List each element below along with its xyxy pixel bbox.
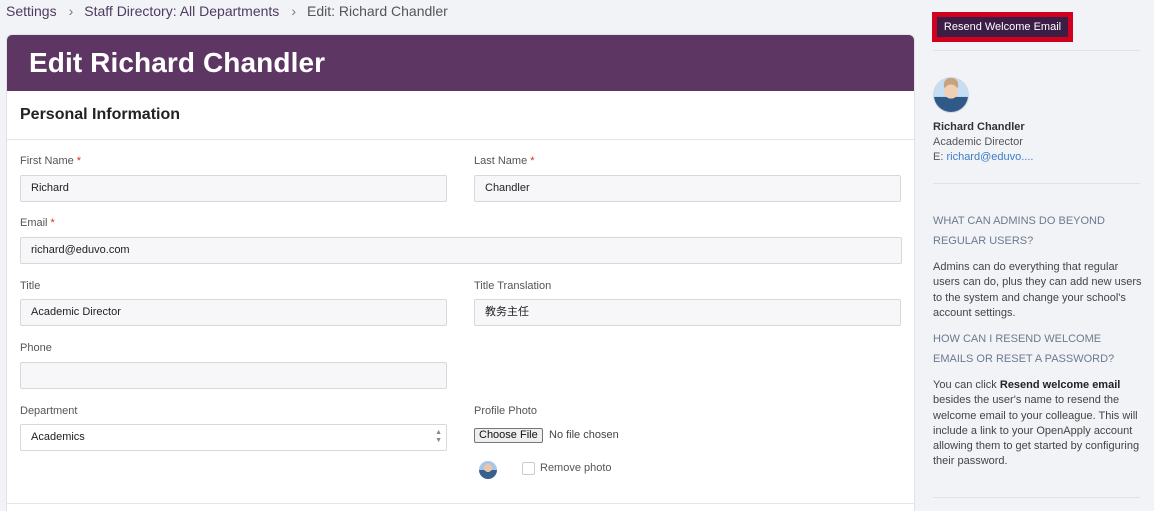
profile-email-link[interactable]: richard@eduvo.... [946,151,1033,163]
title-label-text: Title [20,280,41,292]
faq-answer-bold: Resend welcome email [999,379,1121,391]
title-label: Title [20,279,40,293]
first-name-label: First Name * [20,154,81,168]
avatar-icon [479,461,497,479]
phone-label: Phone [20,341,52,355]
title-translation-input[interactable]: 教务主任 [474,299,901,326]
last-name-label-text: Last Name [474,155,528,167]
first-name-label-text: First Name [20,155,74,167]
department-select[interactable]: Academics ▲ ▼ [20,424,447,451]
first-name-input[interactable]: Richard [20,175,447,202]
profile-name: Richard Chandler [933,121,1025,133]
department-label: Department [20,404,77,418]
resend-highlight: Resend Welcome Email [932,12,1073,42]
breadcrumb-settings[interactable]: Settings [6,3,57,19]
divider [933,183,1140,184]
title-input[interactable]: Academic Director [20,299,447,326]
section-title: Personal Information [7,91,914,140]
email-field[interactable]: richard@eduvo.com [20,237,902,264]
file-status: No file chosen [549,429,619,441]
department-value: Academics [31,431,85,443]
phone-label-text: Phone [20,342,52,354]
chevron-right-icon: › [291,3,296,19]
faq-answer-prefix: You can click [933,379,997,391]
title-translation-label-text: Title Translation [474,280,552,292]
profile-photo-label-text: Profile Photo [474,405,537,417]
remove-photo-label[interactable]: Remove photo [540,462,612,474]
phone-input[interactable] [20,362,447,389]
faq-question-admins: WHAT CAN ADMINS DO BEYOND REGULAR USERS? [933,215,1105,247]
faq-answer-admins: Admins can do everything that regular us… [933,261,1142,319]
divider [933,50,1140,51]
profile-photo-label: Profile Photo [474,404,537,418]
email-prefix: E: [933,151,944,163]
page-header: Edit Richard Chandler [7,35,914,91]
avatar [933,77,969,113]
profile-title: Academic Director [933,136,1023,148]
resend-welcome-email-button[interactable]: Resend Welcome Email [937,17,1068,37]
email-label: Email * [20,216,55,230]
divider [933,497,1140,498]
faq-answer-suffix: besides the user's name to resend the we… [933,394,1140,468]
profile-email: E: richard@eduvo.... [933,151,1033,163]
breadcrumb: Settings › Staff Directory: All Departme… [6,2,448,20]
page-title: Edit Richard Chandler [29,47,326,78]
faq-answer-resend: You can click Resend welcome email besid… [933,378,1143,470]
email-label-text: Email [20,217,48,229]
remove-photo-checkbox[interactable] [522,462,535,475]
faq-question-resend: HOW CAN I RESEND WELCOME EMAILS OR RESET… [933,333,1115,365]
last-name-label: Last Name * [474,154,534,168]
breadcrumb-current: Edit: Richard Chandler [306,3,448,19]
required-marker: * [530,155,535,167]
select-stepper-icon: ▲ ▼ [435,429,442,444]
divider [6,503,915,504]
breadcrumb-staff-directory[interactable]: Staff Directory: All Departments [84,3,279,19]
chevron-right-icon: › [68,3,74,19]
last-name-input[interactable]: Chandler [474,175,901,202]
title-translation-label: Title Translation [474,279,551,293]
choose-file-button[interactable]: Choose File [474,428,543,443]
department-label-text: Department [20,405,78,417]
required-marker: * [50,217,55,229]
required-marker: * [76,155,82,167]
